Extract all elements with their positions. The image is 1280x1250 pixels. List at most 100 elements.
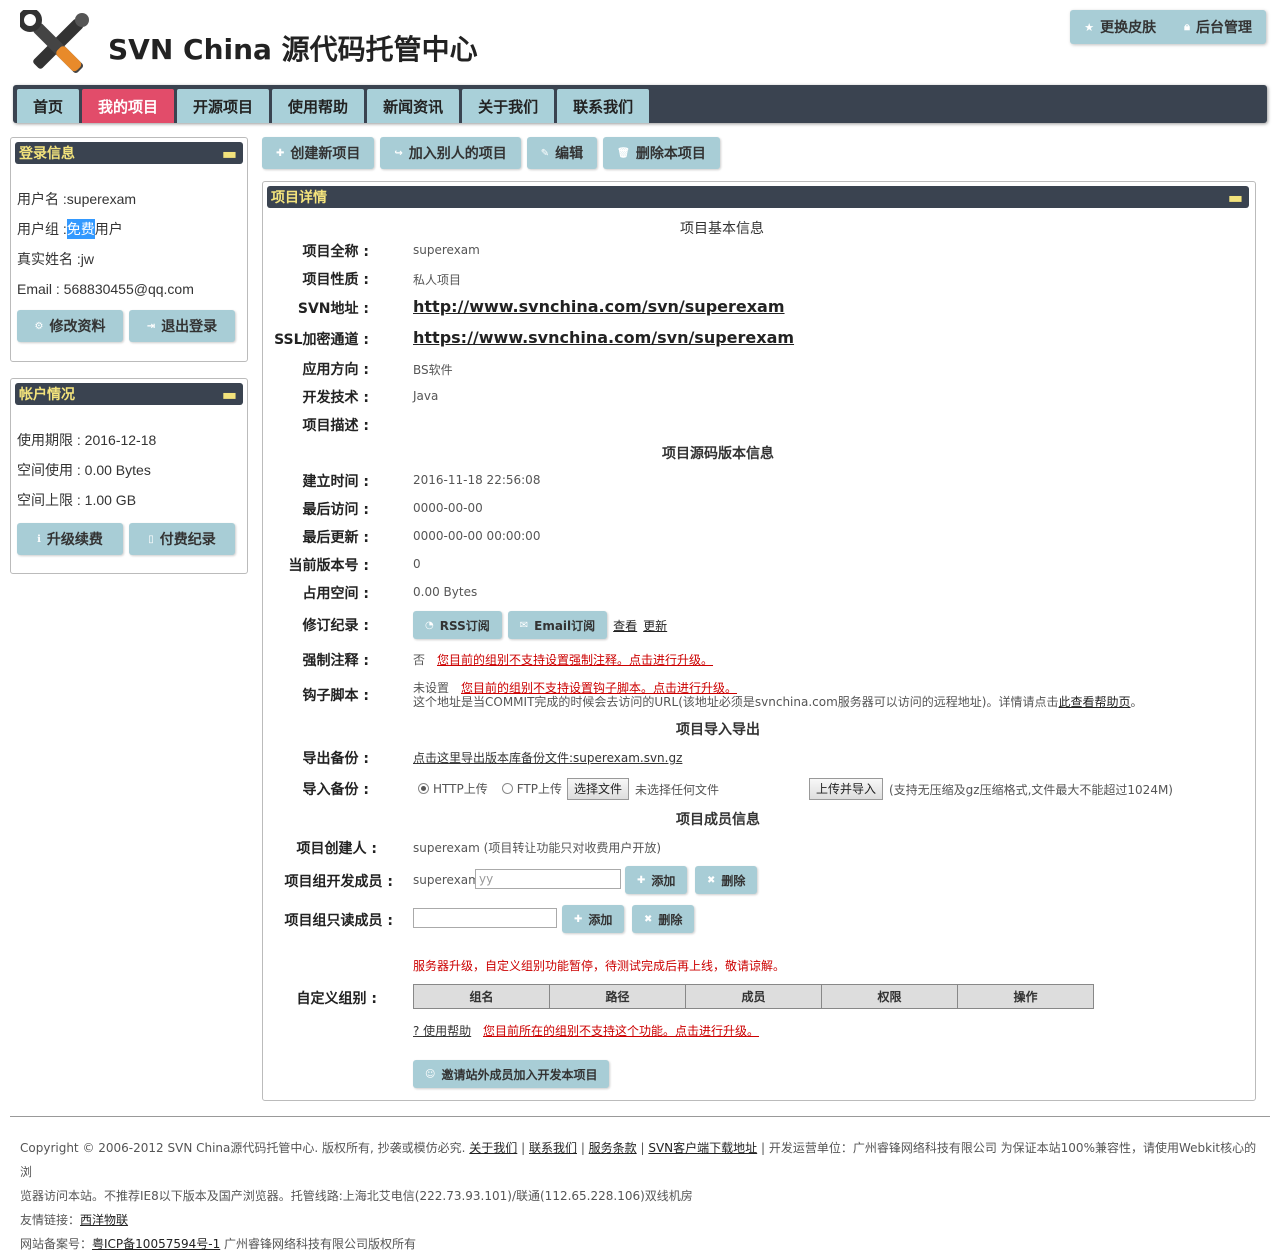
- detail-panel-title: 项目详情: [271, 190, 327, 206]
- logout-button[interactable]: ⇥ 退出登录: [129, 310, 235, 342]
- rss-subscribe-button[interactable]: ◔ RSS订阅: [413, 611, 502, 639]
- footer-terms-link[interactable]: 服务条款: [589, 1141, 637, 1155]
- minimize-icon[interactable]: ▬: [1228, 188, 1243, 207]
- direction-value: BS软件: [413, 363, 453, 377]
- dev-member-name: superexam: [413, 873, 480, 887]
- update-log-link[interactable]: 更新: [643, 617, 667, 634]
- admin-button[interactable]: 🔒︎ 后台管理: [1170, 10, 1266, 44]
- username-row: 用户名 : superexam: [11, 184, 247, 214]
- export-backup-link[interactable]: 点击这里导出版本库备份文件:superexam.svn.gz: [413, 749, 682, 766]
- http-upload-label: HTTP上传: [433, 782, 488, 796]
- account-panel-header: 帐户情况 ▬: [15, 383, 243, 405]
- last-update-label: 最后更新 :: [302, 530, 369, 546]
- delete-dev-label: 删除: [721, 873, 746, 888]
- import-label: 导入备份 :: [302, 782, 369, 798]
- footer-divider: [10, 1116, 1270, 1117]
- close-icon: ✖: [644, 913, 653, 925]
- project-toolbar: ✚ 创建新项目 ↪ 加入别人的项目 ✎ 编辑 🗑︎ 删除本项目: [262, 137, 720, 169]
- star-icon: ★: [1084, 20, 1095, 34]
- invite-external-member-button[interactable]: ☺ 邀请站外成员加入开发本项目: [413, 1060, 610, 1088]
- group-col-members: 成员: [685, 984, 822, 1009]
- nav-open-source[interactable]: 开源项目: [177, 89, 270, 123]
- delete-dev-member-button[interactable]: ✖ 删除: [695, 866, 758, 894]
- icp-company: 广州睿锋网络科技有限公司版权所有: [224, 1237, 417, 1250]
- group-label: 用户组 :: [17, 221, 67, 237]
- nav-my-projects[interactable]: 我的项目: [82, 89, 175, 123]
- icp-link[interactable]: 粤ICP备10057594号-1: [92, 1237, 220, 1250]
- document-icon: ▯: [148, 533, 154, 545]
- add-readonly-member-button[interactable]: ✚ 添加: [562, 905, 625, 933]
- payment-history-button[interactable]: ▯ 付费纪录: [129, 523, 235, 555]
- ftp-upload-radio[interactable]: [501, 783, 513, 794]
- create-project-button[interactable]: ✚ 创建新项目: [262, 137, 375, 169]
- delete-readonly-member-button[interactable]: ✖ 删除: [632, 905, 695, 933]
- nav-about[interactable]: 关于我们: [462, 89, 555, 123]
- minimize-icon[interactable]: ▬: [222, 144, 237, 163]
- join-project-button[interactable]: ↪ 加入别人的项目: [380, 137, 521, 169]
- rss-icon: ◔: [425, 619, 434, 631]
- add-dev-member-button[interactable]: ✚ 添加: [625, 866, 688, 894]
- nav-help[interactable]: 使用帮助: [272, 89, 365, 123]
- revision-value: 0: [413, 557, 421, 571]
- group-upgrade-link[interactable]: 您目前所在的组别不支持这个功能。点击进行升级。: [483, 1022, 759, 1039]
- footer-about-link[interactable]: 关于我们: [469, 1141, 517, 1155]
- members-title: 项目成员信息: [676, 812, 760, 828]
- source-info-title: 项目源码版本信息: [662, 446, 774, 462]
- upgrade-label: 升级续费: [46, 532, 103, 548]
- hook-note-end: 。: [1130, 695, 1143, 709]
- view-log-link[interactable]: 查看: [613, 617, 637, 634]
- upgrade-button[interactable]: ℹ 升级续费: [17, 523, 123, 555]
- readonly-member-input[interactable]: [413, 908, 557, 928]
- footer-copyright-line: Copyright © 2006-2012 SVN China源代码托管中心. …: [20, 1141, 1257, 1179]
- edit-project-button[interactable]: ✎ 编辑: [526, 137, 598, 169]
- close-icon: ✖: [707, 874, 716, 886]
- delete-project-button[interactable]: 🗑︎ 删除本项目: [603, 137, 720, 169]
- upload-import-button[interactable]: 上传并导入: [809, 778, 884, 800]
- custom-group-label: 自定义组别 :: [296, 991, 377, 1007]
- dev-member-input[interactable]: yy: [475, 869, 621, 889]
- revision-label: 当前版本号 :: [288, 558, 369, 574]
- nav-news[interactable]: 新闻资讯: [367, 89, 460, 123]
- http-upload-radio[interactable]: [418, 783, 429, 794]
- hook-note: 这个地址是当COMMIT完成的时候会去访问的URL(该地址必须是svnchina…: [413, 693, 1143, 710]
- space-value: 0.00 Bytes: [413, 585, 478, 599]
- project-detail-panel: 项目详情 ▬ 项目基本信息 项目全称 : superexam 项目性质 : 私人…: [262, 181, 1256, 1101]
- footer-line2: 览器访问本站。不推荐IE8以下版本及国产浏览器。托管线路:上海北艾电信(222.…: [20, 1189, 693, 1203]
- tools-logo-icon: [18, 8, 89, 74]
- group-col-path: 路径: [549, 984, 686, 1009]
- info-icon: ℹ: [37, 533, 41, 545]
- add-readonly-label: 添加: [588, 912, 613, 927]
- direction-label: 应用方向 :: [302, 362, 369, 378]
- hook-help-link[interactable]: 此查看帮助页: [1058, 695, 1130, 709]
- last-access-label: 最后访问 :: [302, 502, 369, 518]
- email-subscribe-button[interactable]: ✉ Email订阅: [507, 611, 608, 639]
- created-label: 建立时间 :: [302, 474, 369, 490]
- choose-file-button[interactable]: 选择文件: [567, 778, 630, 800]
- edit-profile-button[interactable]: ⚙ 修改资料: [17, 310, 123, 342]
- rss-subscribe-label: RSS订阅: [439, 618, 490, 633]
- gear-icon: ⚙: [34, 320, 44, 332]
- username-label: 用户名 :: [17, 191, 67, 207]
- nature-value: 私人项目: [413, 273, 462, 287]
- minimize-icon[interactable]: ▬: [222, 385, 237, 404]
- tech-value: Java: [413, 389, 439, 403]
- nav-contact[interactable]: 联系我们: [557, 89, 650, 123]
- friend-link[interactable]: 西洋物联: [80, 1213, 128, 1227]
- join-arrow-icon: ↪: [394, 147, 403, 159]
- nav-home[interactable]: 首页: [17, 89, 80, 123]
- full-name-value: superexam: [413, 243, 480, 257]
- pencil-icon: ✎: [540, 147, 550, 159]
- ssl-url-link[interactable]: https://www.svnchina.com/svn/superexam: [413, 328, 794, 347]
- login-panel: 登录信息 ▬ 用户名 : superexam 用户组 : 免费 用户 真实姓名 …: [10, 137, 248, 362]
- footer-client-link[interactable]: SVN客户端下载地址: [648, 1141, 757, 1155]
- force-comment-label: 强制注释 :: [302, 653, 369, 669]
- usage-help-link[interactable]: ? 使用帮助: [413, 1022, 471, 1039]
- change-skin-button[interactable]: ★ 更换皮肤: [1070, 10, 1170, 44]
- join-project-label: 加入别人的项目: [408, 146, 507, 162]
- force-comment-upgrade-link[interactable]: 您目前的组别不支持设置强制注释。点击进行升级。: [437, 651, 713, 668]
- svn-url-link[interactable]: http://www.svnchina.com/svn/superexam: [413, 297, 785, 316]
- footer-contact-link[interactable]: 联系我们: [529, 1141, 577, 1155]
- last-access-value: 0000-00-00: [413, 501, 483, 515]
- payment-history-label: 付费纪录: [159, 532, 216, 548]
- revision-log-label: 修订纪录 :: [302, 618, 369, 634]
